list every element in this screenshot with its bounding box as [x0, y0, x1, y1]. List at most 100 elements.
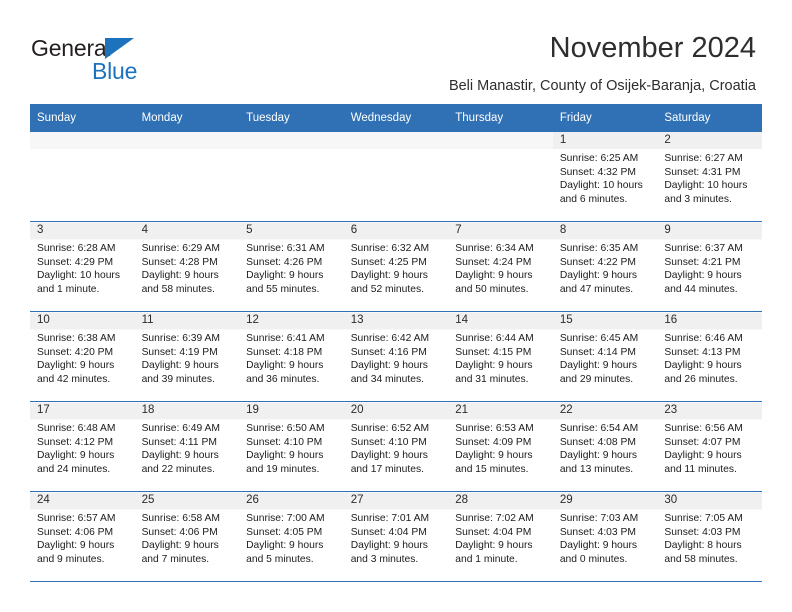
day-number: 4	[141, 224, 148, 236]
sunrise-text: Sunrise: 7:00 AM	[246, 513, 325, 524]
day-number: 25	[141, 494, 155, 506]
sunrise-text: Sunrise: 6:57 AM	[37, 513, 116, 524]
day-number	[448, 132, 553, 149]
calendar-day-cell[interactable]: 7 Sunrise: 6:34 AM Sunset: 4:24 PM Daylight…	[448, 221, 553, 312]
calendar-day-cell[interactable]: 2 Sunrise: 6:27 AM Sunset: 4:31 PM Daylight…	[657, 132, 762, 222]
day-details	[344, 149, 449, 152]
daylight-text-cont: and 47 minutes.	[559, 283, 634, 295]
sunset-text: Sunset: 4:09 PM	[455, 436, 532, 448]
sunset-text: Sunset: 4:22 PM	[559, 256, 636, 268]
calendar-day-cell[interactable]: 24 Sunrise: 6:57 AM Sunset: 4:06 PM Dayligh…	[30, 491, 135, 582]
calendar-day-cell[interactable]: 4 Sunrise: 6:29 AM Sunset: 4:28 PM Daylight…	[134, 221, 240, 312]
day-number: 10	[37, 314, 50, 326]
calendar-day-cell[interactable]: 5 Sunrise: 6:31 AM Sunset: 4:26 PM Daylight…	[239, 221, 344, 312]
daylight-text: Daylight: 9 hours	[664, 360, 742, 372]
calendar-day-cell[interactable]: 13 Sunrise: 6:42 AM Sunset: 4:16 PM Dayligh…	[343, 311, 449, 402]
sunset-text: Sunset: 4:12 PM	[37, 436, 114, 448]
daylight-text: Daylight: 9 hours	[455, 450, 533, 462]
sunset-text: Sunset: 4:18 PM	[246, 346, 323, 358]
daylight-text: Daylight: 9 hours	[350, 270, 428, 282]
daylight-text: Daylight: 10 hours	[664, 180, 748, 192]
day-details: Sunrise: 7:05 AM Sunset: 4:03 PM Daylight:…	[657, 509, 762, 566]
sunset-text: Sunset: 4:26 PM	[246, 256, 323, 268]
day-details: Sunrise: 6:31 AM Sunset: 4:26 PM Daylight:…	[239, 239, 344, 296]
day-number: 30	[664, 494, 678, 506]
day-details: Sunrise: 7:02 AM Sunset: 4:04 PM Daylight:…	[448, 509, 553, 566]
daylight-text: Daylight: 8 hours	[664, 540, 742, 552]
day-number: 23	[664, 404, 678, 416]
calendar-day-cell[interactable]: 8 Sunrise: 6:35 AM Sunset: 4:22 PM Daylight…	[552, 221, 658, 312]
calendar-day-cell-empty	[134, 132, 240, 222]
sunset-text: Sunset: 4:21 PM	[664, 256, 741, 268]
daylight-text: Daylight: 9 hours	[664, 450, 742, 462]
calendar-day-cell[interactable]: 23 Sunrise: 6:56 AM Sunset: 4:07 PM Dayligh…	[657, 401, 762, 492]
day-number: 12	[246, 314, 259, 326]
calendar-day-cell[interactable]: 26 Sunrise: 7:00 AM Sunset: 4:05 PM Dayligh…	[239, 491, 344, 582]
calendar-day-cell[interactable]: 16 Sunrise: 6:46 AM Sunset: 4:13 PM Dayligh…	[657, 311, 762, 402]
calendar-day-cell[interactable]: 30 Sunrise: 7:05 AM Sunset: 4:03 PM Dayligh…	[657, 491, 762, 582]
calendar-day-cell[interactable]: 27 Sunrise: 7:01 AM Sunset: 4:04 PM Dayligh…	[343, 491, 449, 582]
calendar-day-cell[interactable]: 14 Sunrise: 6:44 AM Sunset: 4:15 PM Dayligh…	[448, 311, 553, 402]
daylight-text: Daylight: 9 hours	[559, 360, 638, 372]
calendar-day-cell[interactable]: 21 Sunrise: 6:53 AM Sunset: 4:09 PM Dayligh…	[448, 401, 553, 492]
daylight-text-cont: and 22 minutes.	[141, 463, 215, 475]
calendar-day-cell[interactable]: 19 Sunrise: 6:50 AM Sunset: 4:10 PM Dayligh…	[239, 401, 344, 492]
calendar-day-cell[interactable]: 15 Sunrise: 6:45 AM Sunset: 4:14 PM Dayligh…	[552, 311, 658, 402]
day-number: 8	[559, 224, 567, 236]
sunrise-text: Sunrise: 7:02 AM	[455, 513, 534, 524]
calendar-day-cell[interactable]: 6 Sunrise: 6:32 AM Sunset: 4:25 PM Daylight…	[343, 221, 449, 312]
daylight-text-cont: and 13 minutes.	[559, 463, 634, 475]
calendar-day-cell[interactable]: 9 Sunrise: 6:37 AM Sunset: 4:21 PM Daylight…	[657, 221, 762, 312]
day-number	[344, 132, 449, 149]
day-number: 11	[141, 314, 154, 326]
calendar-day-cell[interactable]: 17 Sunrise: 6:48 AM Sunset: 4:12 PM Dayligh…	[30, 401, 135, 492]
day-number: 6	[350, 224, 358, 236]
sunrise-text: Sunrise: 6:54 AM	[559, 423, 639, 434]
sunrise-text: Sunrise: 6:56 AM	[664, 423, 743, 434]
day-details: Sunrise: 6:29 AM Sunset: 4:28 PM Daylight:…	[135, 239, 240, 296]
calendar-day-cell[interactable]: 29 Sunrise: 7:03 AM Sunset: 4:03 PM Dayligh…	[552, 491, 658, 582]
calendar-week-row: 24 Sunrise: 6:57 AM Sunset: 4:06 PM Dayligh…	[30, 491, 762, 582]
calendar-day-cell[interactable]: 10 Sunrise: 6:38 AM Sunset: 4:20 PM Dayligh…	[30, 311, 135, 402]
daylight-text: Daylight: 9 hours	[141, 270, 219, 282]
day-details: Sunrise: 6:52 AM Sunset: 4:10 PM Daylight:…	[344, 419, 449, 476]
sunset-text: Sunset: 4:15 PM	[455, 346, 532, 358]
calendar-day-cell[interactable]: 12 Sunrise: 6:41 AM Sunset: 4:18 PM Dayligh…	[239, 311, 344, 402]
daylight-text-cont: and 44 minutes.	[664, 283, 738, 295]
daylight-text: Daylight: 9 hours	[141, 450, 219, 462]
day-details	[448, 149, 553, 152]
sunrise-text: Sunrise: 6:27 AM	[664, 153, 743, 164]
calendar-day-cell[interactable]: 11 Sunrise: 6:39 AM Sunset: 4:19 PM Dayligh…	[134, 311, 240, 402]
daylight-text-cont: and 1 minute.	[455, 553, 518, 565]
sunrise-text: Sunrise: 6:44 AM	[455, 333, 534, 344]
calendar-day-cell[interactable]: 20 Sunrise: 6:52 AM Sunset: 4:10 PM Dayligh…	[343, 401, 449, 492]
calendar-day-cell[interactable]: 3 Sunrise: 6:28 AM Sunset: 4:29 PM Daylight…	[30, 221, 135, 312]
calendar-week-row: 10 Sunrise: 6:38 AM Sunset: 4:20 PM Dayligh…	[30, 311, 762, 402]
daylight-text-cont: and 19 minutes.	[246, 463, 320, 475]
day-details: Sunrise: 6:27 AM Sunset: 4:31 PM Daylight:…	[657, 149, 762, 206]
daylight-text: Daylight: 9 hours	[559, 540, 638, 552]
sunrise-text: Sunrise: 6:41 AM	[246, 333, 325, 344]
calendar-day-cell[interactable]: 1 Sunrise: 6:25 AM Sunset: 4:32 PM Daylight…	[552, 132, 658, 222]
daylight-text-cont: and 3 minutes.	[664, 193, 732, 205]
day-number: 1	[559, 134, 567, 146]
daylight-text: Daylight: 9 hours	[141, 360, 219, 372]
calendar-day-cell[interactable]: 18 Sunrise: 6:49 AM Sunset: 4:11 PM Dayligh…	[134, 401, 240, 492]
sunset-text: Sunset: 4:25 PM	[350, 256, 427, 268]
day-details: Sunrise: 6:57 AM Sunset: 4:06 PM Daylight:…	[30, 509, 135, 566]
daylight-text-cont: and 5 minutes.	[246, 553, 314, 565]
calendar-day-cell[interactable]: 28 Sunrise: 7:02 AM Sunset: 4:04 PM Dayligh…	[448, 491, 553, 582]
calendar-day-cell[interactable]: 25 Sunrise: 6:58 AM Sunset: 4:06 PM Dayligh…	[134, 491, 240, 582]
generalblue-logo[interactable]: General Blue	[31, 35, 231, 85]
page-subtitle-location: Beli Manastir, County of Osijek-Baranja,…	[448, 78, 756, 94]
day-number	[135, 132, 240, 149]
calendar-day-cell[interactable]: 22 Sunrise: 6:54 AM Sunset: 4:08 PM Dayligh…	[552, 401, 658, 492]
sunset-text: Sunset: 4:03 PM	[664, 526, 741, 538]
daylight-text-cont: and 26 minutes.	[664, 373, 738, 385]
day-number	[239, 132, 344, 149]
day-details: Sunrise: 6:42 AM Sunset: 4:16 PM Daylight:…	[344, 329, 449, 386]
weekday-header-saturday: Saturday	[657, 104, 762, 132]
sunset-text: Sunset: 4:04 PM	[350, 526, 427, 538]
day-details: Sunrise: 7:03 AM Sunset: 4:03 PM Daylight:…	[553, 509, 658, 566]
sunrise-text: Sunrise: 7:05 AM	[664, 513, 743, 524]
